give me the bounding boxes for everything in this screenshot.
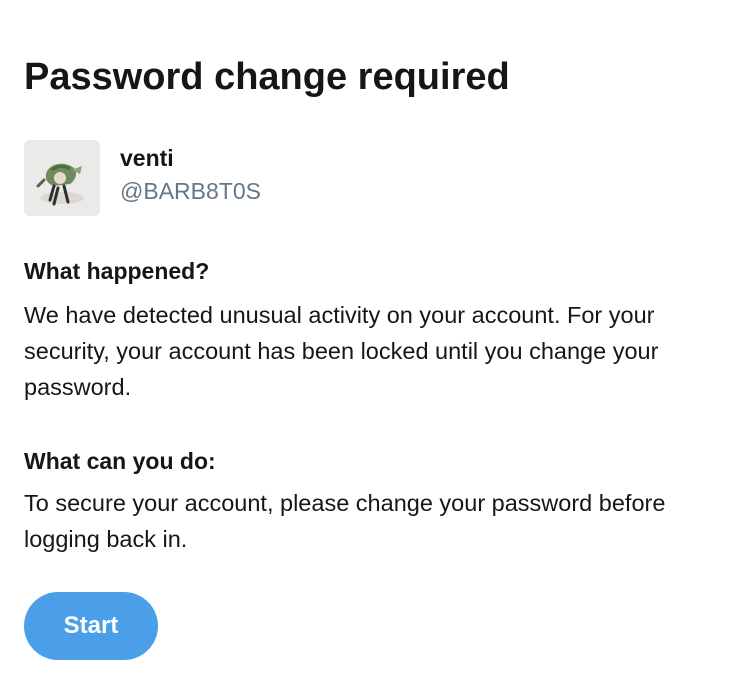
- what-happened-heading: What happened?: [24, 258, 210, 284]
- what-can-you-do-heading: What can you do:: [24, 448, 216, 474]
- avatar-image: [24, 140, 100, 216]
- display-name: venti: [120, 145, 174, 171]
- what-happened-text: We have detected unusual activity on you…: [24, 302, 659, 400]
- start-button[interactable]: Start: [24, 592, 158, 660]
- account-card: venti @BARB8T0S: [24, 140, 724, 216]
- what-can-you-do-text: To secure your account, please change yo…: [24, 490, 666, 552]
- avatar: [24, 140, 100, 216]
- account-handle: @BARB8T0S: [120, 178, 261, 204]
- page-title: Password change required: [24, 56, 510, 98]
